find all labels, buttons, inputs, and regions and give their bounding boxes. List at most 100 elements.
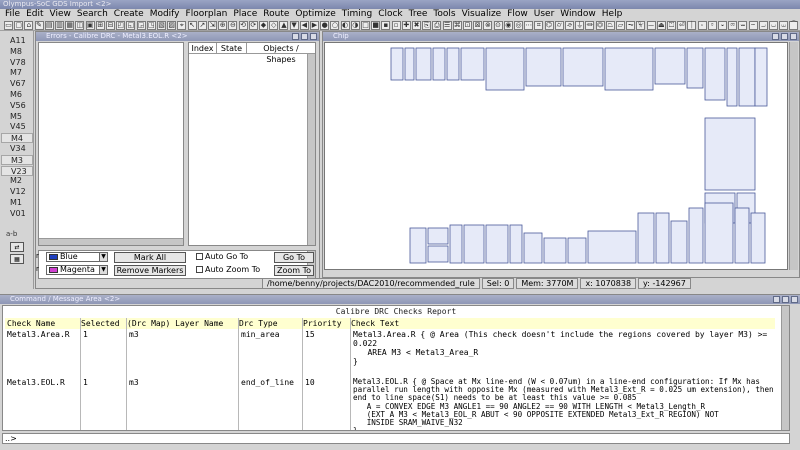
toolbar-tool-icon[interactable]: ⌬	[544, 21, 554, 30]
toolbar-tool-icon[interactable]: ⌖	[177, 21, 187, 30]
menu-help[interactable]: Help	[599, 9, 626, 20]
layer-item-v12[interactable]: V12	[1, 187, 33, 197]
auto-zoom-checkbox[interactable]: Auto Zoom To	[196, 265, 266, 275]
error-table[interactable]: Index State Objects / Shapes	[188, 42, 316, 246]
toolbar-tool-icon[interactable]: ⎙	[432, 21, 442, 30]
toolbar-tool-icon[interactable]: ⏥	[616, 21, 625, 30]
toolbar-tool-icon[interactable]: ▼	[289, 21, 299, 30]
toolbar-tool-icon[interactable]: ⊕	[218, 21, 228, 30]
menu-window[interactable]: Window	[557, 9, 599, 20]
toolbar-tool-icon[interactable]: ⏔	[728, 21, 738, 30]
layer-item-v34[interactable]: V34	[1, 144, 33, 154]
toolbar-tool-icon[interactable]: ◀	[299, 21, 309, 30]
minimize-icon[interactable]	[773, 296, 780, 303]
layer-item-v78[interactable]: V78	[1, 58, 33, 68]
toolbar-tool-icon[interactable]: ↗	[197, 21, 207, 30]
toolbar-tool-icon[interactable]: ✎	[34, 21, 44, 30]
color1-select[interactable]: Blue ▼	[46, 252, 108, 262]
toolbar-tool-icon[interactable]: ⏗	[758, 21, 768, 30]
toolbar-tool-icon[interactable]: ▪	[381, 21, 391, 30]
toolbar-tool-icon[interactable]: ⎘	[422, 21, 432, 30]
layer-toggle-button[interactable]: ⇄	[10, 242, 24, 252]
menu-floorplan[interactable]: Floorplan	[183, 9, 231, 20]
toolbar-tool-icon[interactable]: ⏍	[667, 21, 676, 30]
toolbar-tool-icon[interactable]: ⏛	[585, 21, 595, 30]
toolbar-tool-icon[interactable]: ◳	[146, 21, 156, 30]
toolbar-tool-icon[interactable]: ◰	[116, 21, 126, 30]
layer-item-m1[interactable]: M1	[1, 198, 33, 208]
message-vertical-scrollbar[interactable]	[781, 306, 789, 430]
menu-timing[interactable]: Timing	[339, 9, 375, 20]
color2-select[interactable]: Magenta ▼	[46, 265, 108, 275]
close-icon[interactable]	[310, 33, 317, 40]
layer-item-m7[interactable]: M7	[1, 68, 33, 78]
toolbar-tool-icon[interactable]: ◉	[503, 21, 513, 30]
toolbar-tool-icon[interactable]: ✖	[412, 21, 421, 30]
table-vertical-scrollbar[interactable]	[307, 54, 315, 245]
toolbar-tool-icon[interactable]: ⊠	[473, 21, 483, 30]
toolbar-tool-icon[interactable]: ⌭	[554, 21, 564, 30]
menu-file[interactable]: File	[2, 9, 23, 20]
toolbar-tool-icon[interactable]: ⏧	[636, 21, 646, 30]
message-area[interactable]: Calibre DRC Checks Report Check Name Sel…	[2, 305, 790, 431]
toolbar-tool-icon[interactable]: ⏎	[677, 21, 687, 30]
tree-horizontal-scrollbar[interactable]	[39, 238, 183, 245]
layer-item-v45[interactable]: V45	[1, 122, 33, 132]
toolbar-tool-icon[interactable]: ⏣	[595, 21, 605, 30]
toolbar-tool-icon[interactable]: ◇	[269, 21, 279, 30]
toolbar-tool-icon[interactable]: ▭	[4, 21, 13, 30]
minimize-icon[interactable]	[772, 33, 779, 40]
layout-vertical-scrollbar[interactable]	[789, 42, 798, 270]
mark-all-button[interactable]: Mark All	[114, 252, 186, 263]
checkbox-box[interactable]	[196, 266, 203, 273]
menu-optimize[interactable]: Optimize	[292, 9, 338, 20]
zoom-to-button[interactable]: Zoom To	[274, 265, 314, 276]
toolbar-tool-icon[interactable]: ☰	[442, 21, 452, 30]
menu-tree[interactable]: Tree	[406, 9, 431, 20]
layout-canvas[interactable]	[324, 42, 788, 270]
menu-place[interactable]: Place	[230, 9, 260, 20]
table-row[interactable]: Metal3.EOL.R 1 m3 end_of_line 10 Metal3.…	[5, 377, 775, 430]
toolbar-tool-icon[interactable]: ⏓	[718, 21, 727, 30]
toolbar-tool-icon[interactable]: ◎	[514, 21, 523, 30]
close-icon[interactable]	[791, 296, 798, 303]
toolbar-tool-icon[interactable]: ▣	[85, 21, 95, 30]
menu-modify[interactable]: Modify	[147, 9, 183, 20]
auto-goto-checkbox[interactable]: Auto Go To	[196, 252, 248, 262]
toolbar-tool-icon[interactable]: ⋯	[524, 21, 534, 30]
checkbox-box[interactable]	[196, 253, 203, 260]
maximize-icon[interactable]	[782, 296, 789, 303]
layer-item-v01[interactable]: V01	[1, 209, 33, 219]
toolbar-tool-icon[interactable]: ⊙	[493, 21, 503, 30]
toolbar-tool-icon[interactable]: ●	[320, 21, 330, 30]
menu-flow[interactable]: Flow	[504, 9, 531, 20]
toolbar-tool-icon[interactable]: ◐	[340, 21, 350, 30]
toolbar-tool-icon[interactable]: ⏦	[626, 21, 636, 30]
layer-item-m8[interactable]: M8	[1, 47, 33, 57]
toolbar-tool-icon[interactable]: ◑	[350, 21, 360, 30]
maximize-icon[interactable]	[781, 33, 788, 40]
command-input[interactable]: ..>	[2, 433, 790, 444]
col-objects[interactable]: Objects / Shapes	[247, 43, 315, 64]
toolbar-tool-icon[interactable]: ↖	[187, 21, 197, 30]
layer-item-m3[interactable]: M3	[1, 154, 33, 165]
col-index[interactable]: Index	[189, 43, 217, 53]
layer-item-v67[interactable]: V67	[1, 79, 33, 89]
error-tree[interactable]	[38, 42, 184, 246]
toolbar-tool-icon[interactable]: ⏚	[575, 21, 585, 30]
toolbar-tool-icon[interactable]: ⏒	[707, 21, 717, 30]
toolbar-tool-icon[interactable]: ▶	[310, 21, 319, 30]
toolbar-tool-icon[interactable]: □	[361, 21, 370, 30]
toolbar-tool-icon[interactable]: ■	[371, 21, 381, 30]
toolbar-tool-icon[interactable]: ⊗	[483, 21, 493, 30]
close-icon[interactable]	[790, 33, 797, 40]
toolbar-tool-icon[interactable]: ⇲	[208, 21, 217, 30]
menu-visualize[interactable]: Visualize	[459, 9, 505, 20]
toolbar-tool-icon[interactable]: ⟳	[248, 21, 258, 30]
layer-grid-button[interactable]: ▦	[10, 254, 24, 264]
toolbar-tool-icon[interactable]: ⏙	[779, 21, 789, 30]
toolbar-tool-icon[interactable]: ⊟	[106, 21, 115, 30]
toolbar-tool-icon[interactable]: ⏑	[697, 21, 707, 30]
minimize-icon[interactable]	[292, 33, 299, 40]
menu-edit[interactable]: Edit	[23, 9, 46, 20]
